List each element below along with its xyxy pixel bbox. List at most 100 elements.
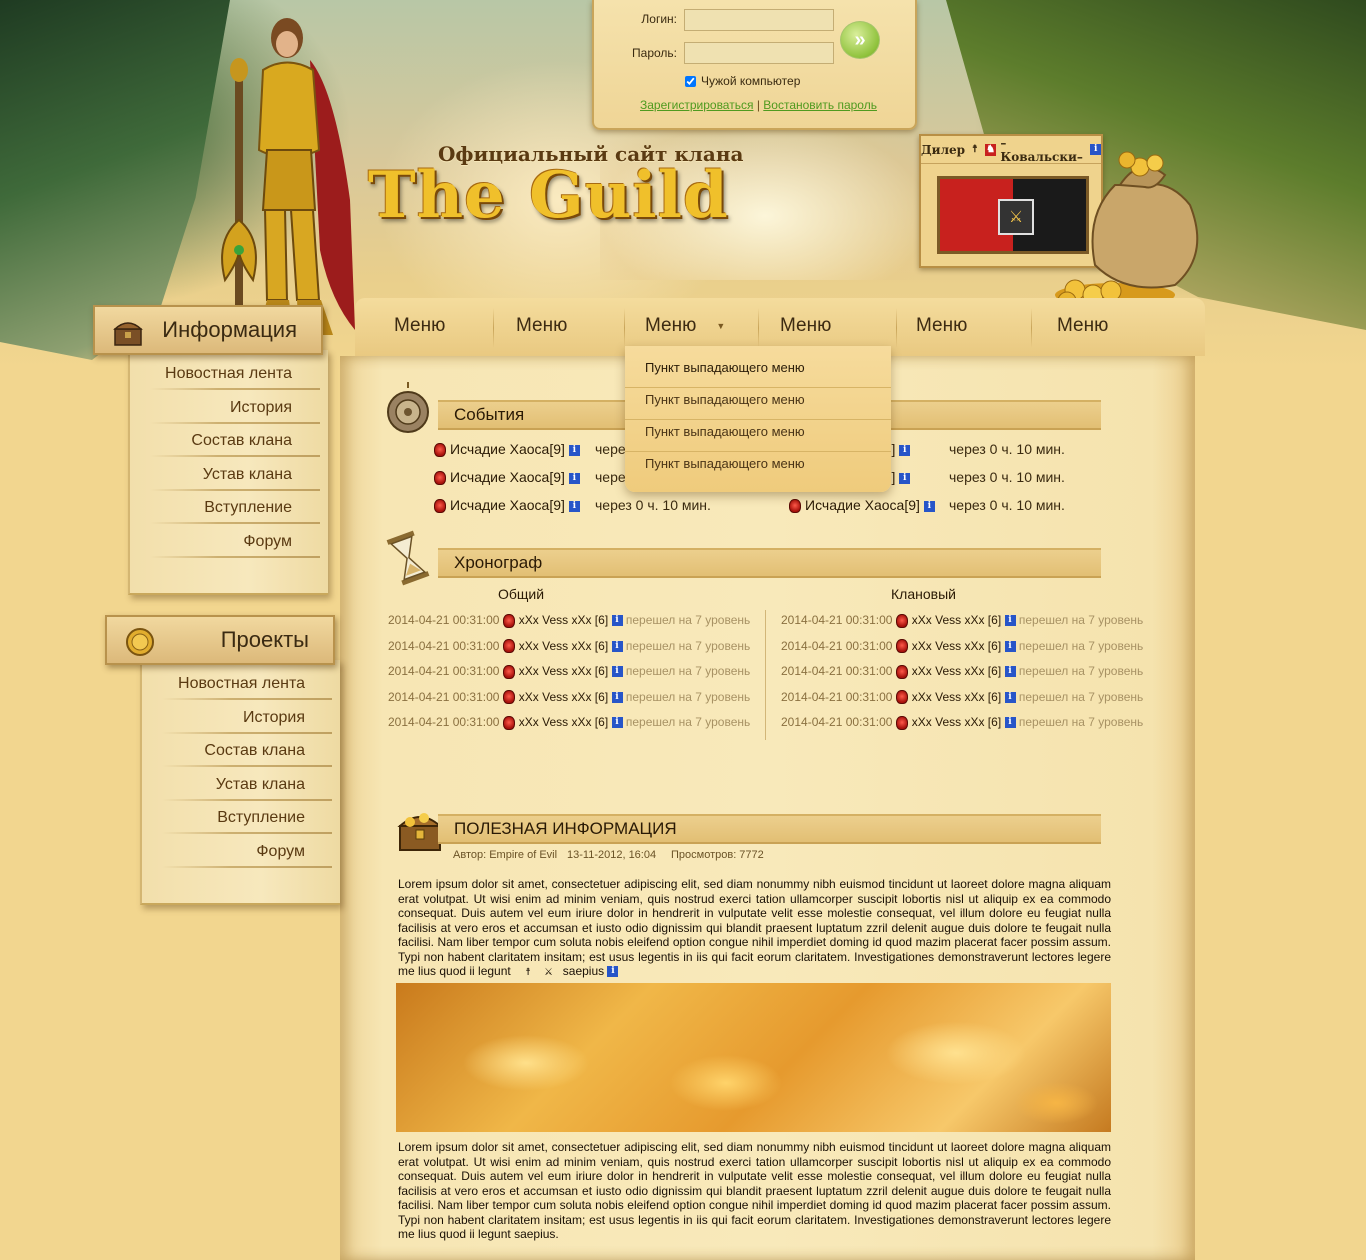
chrono-player[interactable]: xXx Vess xXx [6] (519, 664, 608, 678)
sidebar-link[interactable]: Форум (243, 533, 292, 551)
chrono-player[interactable]: xXx Vess xXx [6] (912, 690, 1001, 704)
info-icon[interactable]: i (1004, 691, 1016, 703)
chrono-action: перешел на 7 уровень (625, 638, 751, 653)
sidebar-divider (162, 731, 332, 734)
login-input[interactable] (684, 9, 834, 31)
event-name[interactable]: Исчадие Хаоса[9] (450, 469, 565, 485)
chrono-player[interactable]: xXx Vess xXx [6] (912, 613, 1001, 627)
article-author[interactable]: Автор: Empire of Evil (453, 849, 557, 861)
chrono-player[interactable]: xXx Vess xXx [6] (912, 664, 1001, 678)
password-input[interactable] (684, 42, 834, 64)
info-icon[interactable]: i (611, 691, 623, 703)
sidebar-link[interactable]: Состав клана (204, 742, 305, 760)
player-name[interactable]: saepius (563, 964, 604, 978)
sidebar-link[interactable]: Новостная лента (178, 675, 305, 693)
sidebar-link[interactable]: Устав клана (216, 776, 305, 794)
chrono-player[interactable]: xXx Vess xXx [6] (912, 639, 1001, 653)
info-icon[interactable]: i (611, 717, 623, 729)
info-icon[interactable]: i (1004, 717, 1016, 729)
sidebar-link[interactable]: Вступление (204, 499, 292, 517)
chrono-date: 2014-04-21 00:31:00 (781, 689, 893, 704)
sidebar-link[interactable]: Вступление (217, 809, 305, 827)
menu-item-4[interactable]: Меню (776, 312, 835, 340)
event-name[interactable]: Исчадие Хаоса[9] (450, 497, 565, 513)
info-icon[interactable]: i (611, 615, 623, 627)
dropdown-item[interactable]: Пункт выпадающего меню (625, 356, 891, 388)
info-icon[interactable]: i (568, 472, 580, 484)
chrono-row: 2014-04-21 00:31:00 xXx Vess xXx [6] i п… (781, 639, 1143, 654)
event-name[interactable]: Исчадие Хаоса[9] (450, 441, 565, 457)
info-icon[interactable]: i (899, 444, 911, 456)
menu-item-2[interactable]: Меню (512, 312, 571, 340)
info-icon[interactable]: i (899, 472, 911, 484)
chrono-player[interactable]: xXx Vess xXx [6] (519, 639, 608, 653)
foreign-computer-checkbox[interactable] (685, 75, 696, 87)
chrono-date: 2014-04-21 00:31:00 (388, 638, 500, 653)
event-row: Исчадие Хаоса[9] i (434, 469, 580, 486)
chrono-date: 2014-04-21 00:31:00 (388, 664, 500, 678)
info-icon[interactable]: i (568, 500, 580, 512)
chrono-row: 2014-04-21 00:31:00 xXx Vess xXx [6] i п… (388, 690, 750, 705)
chest-icon (113, 322, 143, 346)
event-time: через 0 ч. 10 мин. (595, 497, 711, 513)
menu-item-1[interactable]: Меню (390, 312, 449, 340)
info-icon[interactable]: i (923, 500, 935, 512)
chrono-row: 2014-04-21 00:31:00 xXx Vess xXx [6] i п… (781, 690, 1143, 705)
dropdown-item[interactable]: Пункт выпадающего меню (625, 452, 891, 484)
sidebar-link[interactable]: Новостная лента (165, 365, 292, 383)
event-row: Исчадие Хаоса[9] i (434, 497, 580, 514)
info-title: Информация (162, 317, 297, 342)
menu-item-6[interactable]: Меню (1053, 312, 1112, 340)
sidebar-link[interactable]: История (243, 709, 305, 727)
chrono-row: 2014-04-21 00:31:00 xXx Vess xXx [6] i п… (781, 715, 1143, 730)
dropdown-item[interactable]: Пункт выпадающего меню (625, 388, 891, 420)
site-logo-title[interactable]: The Guild (368, 158, 729, 233)
sidebar-link[interactable]: История (230, 399, 292, 417)
chrono-player[interactable]: xXx Vess xXx [6] (519, 690, 608, 704)
menu-item-3-dropdown[interactable]: Меню ▼ (641, 312, 729, 340)
chrono-date: 2014-04-21 00:31:00 (388, 613, 500, 627)
chrono-player[interactable]: xXx Vess xXx [6] (912, 715, 1001, 729)
chrono-row: 2014-04-21 00:31:00 xXx Vess xXx [6] i п… (388, 639, 750, 654)
demon-icon (502, 639, 515, 654)
demon-icon (502, 613, 515, 628)
dealer-label: Дилер (921, 142, 966, 157)
chrono-player[interactable]: xXx Vess xXx [6] (519, 715, 608, 729)
gold-coin-icon (126, 628, 154, 656)
restore-password-link[interactable]: Востановить пароль (763, 98, 877, 112)
menu-item-5[interactable]: Меню (912, 312, 971, 340)
cross-icon: ☨ (972, 143, 978, 155)
info-icon[interactable]: i (568, 444, 580, 456)
sidebar-link[interactable]: Форум (256, 843, 305, 861)
dropdown-item[interactable]: Пункт выпадающего меню (625, 420, 891, 452)
event-time: через 0 ч. 10 мин. (949, 469, 1065, 485)
event-name[interactable]: Исчадие Хаоса[9] (805, 497, 920, 513)
demon-icon (502, 715, 515, 730)
sidebar-link[interactable]: Состав клана (191, 432, 292, 450)
article-paragraph-1: Lorem ipsum dolor sit amet, consectetuer… (398, 877, 1111, 979)
article-title[interactable]: ПОЛЕЗНАЯ ИНФОРМАЦИЯ (454, 819, 677, 838)
login-form: Логин: Пароль: » Чужой компьютер Зарегис… (592, 0, 917, 130)
double-chevron-icon: » (854, 28, 866, 51)
info-icon[interactable]: i (611, 640, 623, 652)
menu-separator (493, 308, 494, 348)
register-link[interactable]: Зарегистрироваться (640, 98, 753, 112)
remember-option[interactable]: Чужой компьютер (685, 74, 800, 88)
projects-banner: Проекты (105, 615, 335, 665)
demon-icon (502, 690, 515, 705)
info-icon[interactable]: i (1004, 640, 1016, 652)
login-submit-button[interactable]: » (840, 21, 880, 59)
demon-icon (502, 664, 515, 679)
sidebar-link[interactable]: Устав клана (203, 466, 292, 484)
sidebar-divider (162, 765, 332, 767)
chrono-row: 2014-04-21 00:31:00 xXx Vess xXx [6] i п… (388, 664, 750, 679)
article-paragraph-2: Lorem ipsum dolor sit amet, consectetuer… (398, 1140, 1111, 1241)
info-icon[interactable]: i (611, 666, 623, 678)
foreign-computer-label: Чужой компьютер (701, 74, 801, 88)
info-icon[interactable]: i (1004, 615, 1016, 627)
chrono-player[interactable]: xXx Vess xXx [6] (519, 613, 608, 627)
info-icon[interactable]: i (607, 966, 619, 978)
sidebar-divider (162, 832, 332, 834)
info-icon[interactable]: i (1004, 666, 1016, 678)
info-banner: Информация (93, 305, 323, 355)
